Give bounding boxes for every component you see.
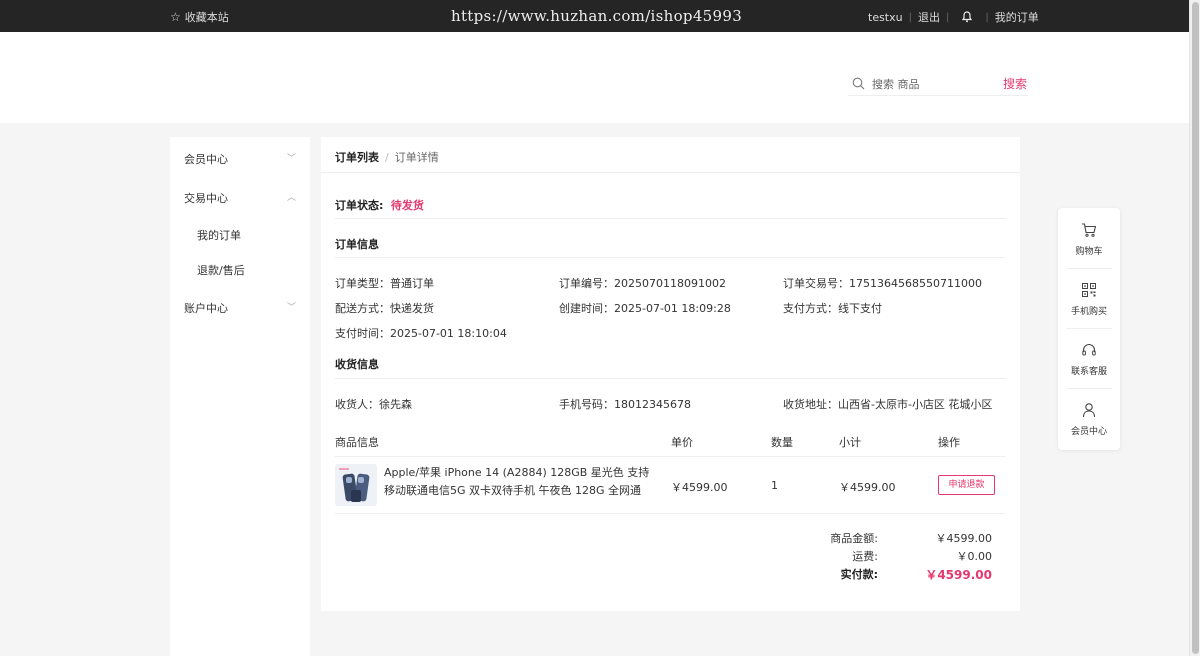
header: 搜索 商品 搜索 xyxy=(0,32,1200,123)
sidebar-item-account-center[interactable]: 账户中心 ﹀ xyxy=(184,300,296,316)
favorite-link[interactable]: ☆ 收藏本站 xyxy=(170,9,229,25)
float-cart-label: 购物车 xyxy=(1075,247,1103,257)
divider: | xyxy=(985,11,989,23)
sidebar-subitem-my-orders[interactable]: 我的订单 xyxy=(197,227,241,243)
breadcrumb-separator: / xyxy=(385,151,389,164)
search-input[interactable]: 搜索 商品 xyxy=(872,76,920,92)
username[interactable]: testxu xyxy=(868,11,903,24)
delivery-method: 配送方式：快递发货 xyxy=(335,302,434,315)
paid-amount-value: ￥4599.00 xyxy=(925,568,992,582)
payment-method: 支付方式：线下支付 xyxy=(783,302,882,315)
chevron-down-icon: ﹀ xyxy=(286,154,296,164)
user-nav: testxu | 退出 | | 我的订单 xyxy=(868,9,1039,25)
divider: | xyxy=(908,11,912,23)
column-header-subtotal: 小计 xyxy=(839,436,861,449)
scrollbar-thumb[interactable] xyxy=(1192,2,1199,654)
column-header-goods: 商品信息 xyxy=(335,436,379,449)
divider xyxy=(321,172,1020,173)
order-status-value: 待发货 xyxy=(390,199,424,212)
divider xyxy=(335,257,1006,258)
goods-amount-value: ￥4599.00 xyxy=(935,532,993,545)
apply-refund-button[interactable]: 申请退款 xyxy=(938,475,995,495)
float-member-center-label: 会员中心 xyxy=(1070,427,1107,437)
favorite-label: 收藏本站 xyxy=(184,11,229,24)
column-header-action: 操作 xyxy=(938,436,960,449)
product-qty: 1 xyxy=(771,479,778,492)
order-info-title: 订单信息 xyxy=(335,238,379,251)
order-status: 订单状态: 待发货 xyxy=(335,197,424,213)
order-type: 订单类型：普通订单 xyxy=(335,277,434,290)
sidebar-item-trade-center[interactable]: 交易中心 ︿ xyxy=(184,190,296,206)
column-header-price: 单价 xyxy=(671,436,693,449)
receiver-name: 收货人：徐先森 xyxy=(335,398,412,411)
cart-icon xyxy=(1082,223,1097,237)
headset-icon xyxy=(1082,344,1096,356)
divider: | xyxy=(945,11,950,23)
sidebar-item-label: 交易中心 xyxy=(184,192,228,205)
search-box[interactable]: 搜索 商品 搜索 xyxy=(848,72,1028,96)
float-member-center[interactable]: 会员中心 xyxy=(1058,388,1120,448)
divider xyxy=(335,513,1006,514)
url-watermark: https://www.huzhan.com/ishop45993 xyxy=(451,7,743,25)
scrollbar[interactable] xyxy=(1189,0,1200,656)
chevron-down-icon: ﹀ xyxy=(286,303,296,313)
logout-link[interactable]: 退出 xyxy=(918,9,940,25)
breadcrumb: 订单列表 / 订单详情 xyxy=(335,149,439,165)
product-name[interactable]: Apple/苹果 iPhone 14 (A2884) 128GB 星光色 支持移… xyxy=(384,464,659,500)
receiver-info-title: 收货信息 xyxy=(335,358,379,371)
paid-amount-label: 实付款: xyxy=(840,568,878,581)
search-button[interactable]: 搜索 xyxy=(1003,75,1027,92)
float-customer-service-label: 联系客服 xyxy=(1070,367,1107,377)
divider xyxy=(335,456,1006,457)
sidebar: 会员中心 ﹀ 交易中心 ︿ 我的订单 退款/售后 账户中心 ﹀ xyxy=(170,137,310,656)
order-detail-panel: 订单列表 / 订单详情 订单状态: 待发货 订单信息 订单类型：普通订单 订单编号：… xyxy=(321,137,1020,611)
product-price: ￥4599.00 xyxy=(671,481,728,494)
sidebar-item-member-center[interactable]: 会员中心 ﹀ xyxy=(184,151,296,167)
float-mobile-buy[interactable]: 手机购买 xyxy=(1058,268,1120,328)
bell-icon[interactable] xyxy=(961,11,973,23)
product-subtotal: ￥4599.00 xyxy=(839,481,896,494)
receiver-address: 收货地址：山西省-太原市-小店区 花城小区 xyxy=(783,398,993,411)
sidebar-item-label: 会员中心 xyxy=(184,153,228,166)
order-number: 订单编号：2025070118091002 xyxy=(559,277,726,290)
search-icon xyxy=(852,77,865,90)
float-mobile-buy-label: 手机购买 xyxy=(1070,307,1107,317)
float-customer-service[interactable]: 联系客服 xyxy=(1058,328,1120,388)
column-header-qty: 数量 xyxy=(771,436,793,449)
receiver-phone: 手机号码：18012345678 xyxy=(559,398,691,411)
freight-value: ￥0.00 xyxy=(956,550,993,563)
qrcode-icon xyxy=(1082,283,1096,297)
sidebar-subitem-refund[interactable]: 退款/售后 xyxy=(197,262,245,278)
breadcrumb-order-detail: 订单详情 xyxy=(394,151,439,164)
float-toolbar: 购物车 手机购买 联系客服 会员中心 xyxy=(1058,208,1120,450)
paid-time: 支付时间：2025-07-01 18:10:04 xyxy=(335,327,507,340)
trade-number: 订单交易号：1751364568550711000 xyxy=(783,277,982,290)
order-status-label: 订单状态: xyxy=(335,199,384,212)
created-time: 创建时间：2025-07-01 18:09:28 xyxy=(559,302,731,315)
float-cart[interactable]: 购物车 xyxy=(1058,208,1120,268)
breadcrumb-order-list[interactable]: 订单列表 xyxy=(335,151,379,164)
divider xyxy=(335,378,1006,379)
star-icon: ☆ xyxy=(170,10,181,24)
divider xyxy=(335,218,1006,219)
sidebar-item-label: 账户中心 xyxy=(184,302,228,315)
top-bar: ☆ 收藏本站 https://www.huzhan.com/ishop45993… xyxy=(0,0,1200,32)
chevron-up-icon: ︿ xyxy=(286,193,296,203)
product-thumbnail[interactable] xyxy=(335,464,377,506)
my-orders-link[interactable]: 我的订单 xyxy=(995,9,1039,25)
phone-image-icon xyxy=(335,464,377,506)
user-icon xyxy=(1082,403,1096,418)
freight-label: 运费: xyxy=(852,550,878,563)
goods-amount-label: 商品金额: xyxy=(830,532,878,545)
